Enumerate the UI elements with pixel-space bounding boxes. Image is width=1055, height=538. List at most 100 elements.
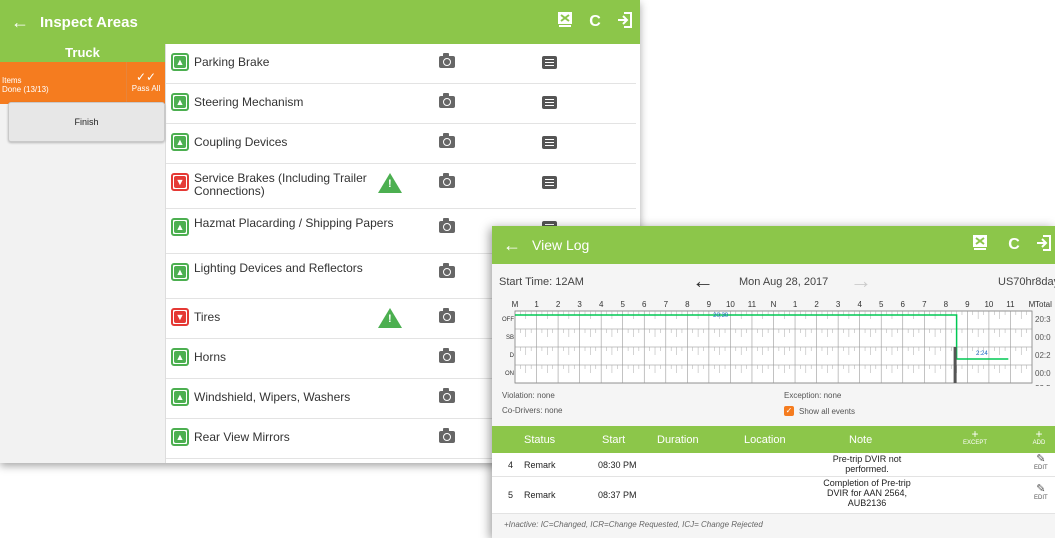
event-note: Pre-trip DVIR not performed. [832, 454, 902, 474]
refresh-icon[interactable]: C [580, 13, 610, 31]
thumb-glyph: ▲ [174, 391, 186, 403]
refresh-icon[interactable]: C [995, 236, 1033, 254]
hour-tick-label: 9 [707, 300, 712, 309]
plus-icon: + [1035, 427, 1043, 441]
dvir-document-icon[interactable] [965, 234, 995, 256]
finish-button[interactable]: Finish [8, 102, 165, 142]
comment-icon[interactable] [542, 176, 557, 189]
pass-all-button[interactable]: ✓✓ Pass All [126, 62, 165, 104]
hour-tick-label: 3 [836, 300, 841, 309]
thumbs-up-icon[interactable]: ▲ [171, 133, 189, 151]
inspection-item-label: Parking Brake [194, 55, 270, 69]
hour-tick-label: 8 [685, 300, 690, 309]
plus-icon: + [971, 427, 979, 441]
thumb-glyph: ▲ [174, 136, 186, 148]
add-button[interactable]: + ADD [1029, 428, 1049, 446]
event-row[interactable]: 4 Remark 08:30 PM Pre-trip DVIR not perform… [492, 453, 1055, 477]
hour-tick-label: N [771, 300, 777, 309]
hour-tick-label: 3 [577, 300, 582, 309]
codrivers-label: Co-Drivers: none [502, 406, 563, 415]
event-start: 08:30 PM [598, 460, 637, 470]
thumbs-up-icon[interactable]: ▲ [171, 53, 189, 71]
hour-tick-label: 7 [922, 300, 927, 309]
logout-icon[interactable] [610, 11, 640, 33]
thumbs-down-icon[interactable]: ▼ [171, 308, 189, 326]
duty-row-label: ON [505, 371, 514, 377]
hour-tick-label: 10 [984, 300, 993, 309]
duty-row-label: SB [506, 335, 514, 341]
inspection-item-label: Steering Mechanism [194, 95, 304, 109]
col-location: Location [744, 434, 786, 446]
comment-icon[interactable] [542, 96, 557, 109]
thumb-glyph: ▲ [174, 431, 186, 443]
camera-icon[interactable] [439, 428, 455, 443]
hour-tick-label: M [512, 300, 519, 309]
edit-button[interactable]: ✎ EDIT [1034, 484, 1048, 502]
col-duration: Duration [657, 434, 699, 446]
status-legend: +Inactive: IC=Changed, ICR=Change Reques… [504, 520, 763, 529]
next-day-arrow-icon[interactable]: → [850, 268, 872, 294]
camera-icon[interactable] [439, 388, 455, 403]
warning-icon: ! [378, 308, 402, 328]
inspection-item[interactable]: ▲ Coupling Devices [166, 124, 636, 164]
comment-icon[interactable] [542, 56, 557, 69]
hour-tick-label: 6 [642, 300, 647, 309]
thumbs-up-icon[interactable]: ▲ [171, 348, 189, 366]
camera-icon[interactable] [439, 308, 455, 323]
thumbs-up-icon[interactable]: ▲ [171, 388, 189, 406]
event-cluster-marker [953, 347, 957, 383]
edit-label: EDIT [1034, 465, 1048, 471]
show-all-events-checkbox[interactable]: ✓ Show all events [784, 406, 855, 416]
duty-row-total: 00:0 [1035, 333, 1051, 342]
thumb-glyph: ▼ [174, 311, 186, 323]
prev-day-arrow-icon[interactable]: ← [692, 268, 714, 294]
hour-tick-label: 2 [814, 300, 819, 309]
inspection-item[interactable]: ▲ Steering Mechanism [166, 84, 636, 124]
thumbs-up-icon[interactable]: ▲ [171, 93, 189, 111]
pass-all-label: Pass All [131, 84, 161, 93]
camera-icon[interactable] [439, 263, 455, 278]
driving-duration-marker: 2:24 [976, 351, 988, 357]
inspection-item[interactable]: ▼ Service Brakes (Including Trailer Conne… [166, 164, 636, 209]
back-arrow-icon[interactable]: ← [492, 235, 532, 256]
inspection-item[interactable]: ▲ Parking Brake [166, 44, 636, 84]
col-start: Start [602, 434, 626, 446]
camera-icon[interactable] [439, 133, 455, 148]
col-status: Status [524, 434, 556, 446]
items-label-group: Items Done (13/13) [2, 76, 49, 94]
comment-icon[interactable] [542, 136, 557, 149]
camera-icon[interactable] [439, 53, 455, 68]
hour-tick-label: 1 [793, 300, 798, 309]
back-arrow-icon[interactable]: ← [0, 12, 40, 33]
event-status: Remark [524, 460, 556, 470]
duty-row-total: 02:2 [1035, 351, 1051, 360]
thumbs-up-icon[interactable]: ▲ [171, 263, 189, 281]
inspection-item-label: Rear View Mirrors [194, 430, 290, 444]
inspect-title: Inspect Areas [40, 13, 138, 31]
events-table-header: Status Start Duration Location Note + EX… [492, 426, 1055, 453]
camera-icon[interactable] [439, 173, 455, 188]
inspection-item-label: Coupling Devices [194, 135, 288, 149]
hour-tick-label: 11 [1006, 300, 1015, 309]
camera-icon[interactable] [439, 93, 455, 108]
thumbs-up-icon[interactable]: ▲ [171, 428, 189, 446]
logout-icon[interactable] [1033, 234, 1055, 256]
log-date-header: Start Time: 12AM ← Mon Aug 28, 2017 → US… [492, 264, 1055, 298]
hour-tick-label: 4 [857, 300, 862, 309]
edit-button[interactable]: ✎ EDIT [1034, 453, 1048, 472]
camera-icon[interactable] [439, 218, 455, 233]
thumbs-up-icon[interactable]: ▲ [171, 218, 189, 236]
start-time-label: Start Time: 12AM [499, 276, 584, 288]
except-button[interactable]: + EXCEPT [962, 428, 988, 446]
camera-icon[interactable] [439, 348, 455, 363]
thumbs-down-icon[interactable]: ▼ [171, 173, 189, 191]
add-label: ADD [1032, 440, 1046, 446]
hour-tick-label: 1 [534, 300, 539, 309]
inspection-item-label: Hazmat Placarding / Shipping Papers [194, 216, 394, 230]
hour-tick-label: 2 [556, 300, 561, 309]
dvir-document-icon[interactable] [550, 11, 580, 33]
pencil-icon: ✎ [1036, 453, 1046, 465]
except-label: EXCEPT [962, 440, 987, 446]
event-row[interactable]: 5 Remark 08:37 PM Completion of Pre-trip DV… [492, 477, 1055, 514]
log-title: View Log [532, 237, 590, 253]
